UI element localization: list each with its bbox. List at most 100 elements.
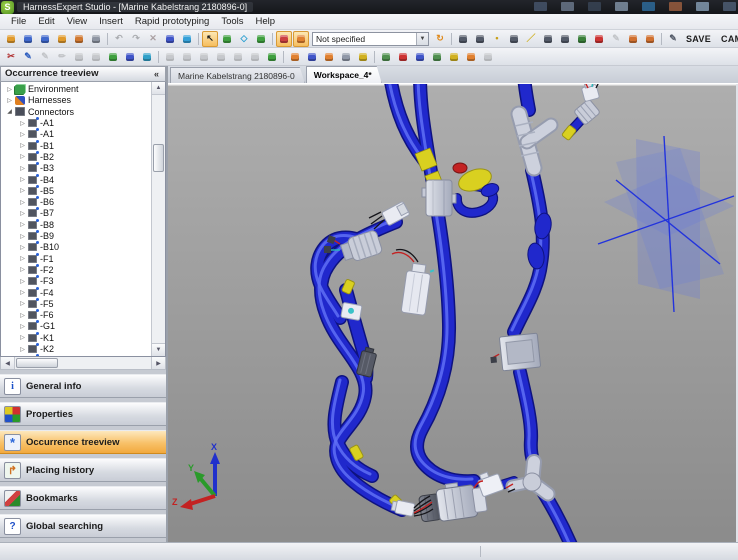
tree-item-b8[interactable]: ▷-B8 [1,219,151,230]
scroll-down-icon[interactable]: ▼ [152,343,165,356]
route-icon[interactable] [506,31,522,47]
print-icon[interactable] [88,31,104,47]
scroll-up-icon[interactable]: ▲ [152,82,165,95]
title-bar[interactable]: S HarnessExpert Studio - [Marine Kabelst… [0,0,738,14]
menu-file[interactable]: File [6,15,31,28]
table-edit-icon[interactable] [446,49,462,65]
tree-item-b1[interactable]: ▷-B1 [1,140,151,151]
cut-icon[interactable]: ✂ [3,49,19,65]
expand-arrow-icon[interactable]: ▷ [18,176,27,183]
segment-type-combo[interactable]: Not specified▼ [312,32,429,46]
translate-icon[interactable] [219,31,235,47]
edit-pen-icon[interactable]: ✎ [37,49,53,65]
fly-through-icon[interactable] [472,31,488,47]
tap-icon[interactable] [179,49,195,65]
expand-arrow-icon[interactable]: ▷ [18,266,27,273]
users-icon[interactable] [574,31,590,47]
menu-view[interactable]: View [62,15,92,28]
tree-item-k2[interactable]: ▷-K2 [1,343,151,354]
clip-plane-icon[interactable] [276,31,292,47]
3d-harness-canvas[interactable]: .cO{stroke:#0e1280;stroke-width:14;fill:… [168,84,736,542]
measure-icon[interactable]: ／ [523,31,539,47]
tree-item-f5[interactable]: ▷-F5 [1,298,151,309]
node-pen-icon[interactable] [105,49,121,65]
panel-button-general-info[interactable]: iGeneral info [0,374,166,398]
save-copy-icon[interactable] [37,31,53,47]
group-new-icon[interactable] [287,49,303,65]
annotate-icon[interactable]: ✎ [665,31,681,47]
combo-dropdown-icon[interactable]: ▼ [416,33,428,45]
save-view-button[interactable]: SAVE [682,34,715,44]
tree-item-g1[interactable]: ▷-G1 [1,321,151,332]
tree-item-harnesses[interactable]: ▷Harnesses [1,95,151,106]
cylinder-icon[interactable] [162,49,178,65]
tree-item-k3[interactable]: ▷-K3 [1,355,151,358]
panel-button-placing-history[interactable]: ↱Placing history [0,458,166,482]
vertical-scroll-thumb[interactable] [153,144,164,172]
tree-item-b4[interactable]: ▷-B4 [1,174,151,185]
open-icon[interactable] [3,31,19,47]
transform-icon[interactable] [253,31,269,47]
expand-arrow-icon[interactable]: ▷ [18,278,27,285]
expand-arrow-icon[interactable]: ▷ [18,312,27,319]
pin-icon[interactable] [591,31,607,47]
tree-item-b7[interactable]: ▷-B7 [1,208,151,219]
pen-icon[interactable]: ✎ [608,31,624,47]
draw-pen-icon[interactable]: ✎ [20,49,36,65]
collapse-panel-button[interactable]: « [152,69,161,79]
add-branch-icon[interactable] [625,31,641,47]
export-icon[interactable] [54,31,70,47]
fillet-icon[interactable] [88,49,104,65]
group-pen-icon[interactable] [355,49,371,65]
tree-item-f3[interactable]: ▷-F3 [1,276,151,287]
panel-button-global-searching[interactable]: ?Global searching [0,514,166,538]
expand-arrow-icon[interactable]: ▷ [5,86,14,93]
corner-icon[interactable] [71,49,87,65]
expand-arrow-icon[interactable]: ▷ [18,346,27,353]
tree-item-b3[interactable]: ▷-B3 [1,163,151,174]
expand-arrow-icon[interactable]: ▷ [18,323,27,330]
expand-arrow-icon[interactable]: ▷ [18,221,27,228]
expand-arrow-icon[interactable]: ▷ [5,97,14,104]
sync-icon[interactable]: ↻ [432,31,448,47]
menu-help[interactable]: Help [251,15,281,28]
expand-arrow-icon[interactable]: ▷ [18,153,27,160]
tree-item-f1[interactable]: ▷-F1 [1,253,151,264]
tree-item-b2[interactable]: ▷-B2 [1,151,151,162]
part-icon[interactable] [162,31,178,47]
spray-icon[interactable] [264,49,280,65]
table-extra-icon[interactable] [480,49,496,65]
table-sync-icon[interactable] [412,49,428,65]
scroll-left-icon[interactable]: ◀ [1,357,15,369]
scroll-right-icon[interactable]: ▶ [151,357,165,369]
curve-icon[interactable] [213,49,229,65]
redo-icon[interactable]: ↷ [128,31,144,47]
expand-arrow-icon[interactable]: ▷ [18,244,27,251]
panel-button-occurrence-treeview[interactable]: *Occurrence treeview [0,430,166,454]
tree-vertical-scrollbar[interactable]: ▲ ▼ [151,82,165,357]
expand-arrow-icon[interactable]: ▷ [18,289,27,296]
filter-icon[interactable] [293,31,309,47]
expand-arrow-icon[interactable]: ▷ [18,187,27,194]
undo-icon[interactable]: ↶ [111,31,127,47]
expand-arrow-icon[interactable]: ▷ [18,165,27,172]
group-edit-icon[interactable] [304,49,320,65]
save-icon[interactable] [20,31,36,47]
expand-arrow-icon[interactable]: ▷ [18,199,27,206]
tree-item-b6[interactable]: ▷-B6 [1,197,151,208]
expand-arrow-icon[interactable]: ▷ [18,334,27,341]
tree-item-b9[interactable]: ▷-B9 [1,230,151,241]
tree-item-b5[interactable]: ▷-B5 [1,185,151,196]
import-icon[interactable] [71,31,87,47]
expand-arrow-icon[interactable]: ▷ [18,142,27,149]
viewport-3d[interactable]: .cO{stroke:#0e1280;stroke-width:14;fill:… [168,84,738,542]
collapse-arrow-icon[interactable]: ◢ [5,108,14,115]
table-export-icon[interactable] [463,49,479,65]
expand-arrow-icon[interactable]: ▷ [18,255,27,262]
rotate-icon[interactable]: ◇ [236,31,252,47]
expand-arrow-icon[interactable]: ▷ [18,300,27,307]
menu-tools[interactable]: Tools [216,15,248,28]
tree-item-f2[interactable]: ▷-F2 [1,264,151,275]
expand-arrow-icon[interactable]: ▷ [18,120,27,127]
add-segment-icon[interactable] [642,31,658,47]
